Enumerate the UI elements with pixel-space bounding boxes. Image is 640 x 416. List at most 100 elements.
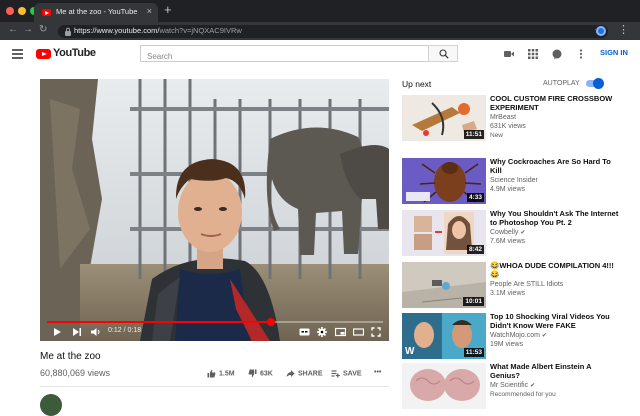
share-button[interactable]: SHARE: [286, 369, 323, 378]
more-dots-icon: •••: [374, 369, 382, 376]
video-duration: 8:42: [466, 245, 484, 254]
like-button[interactable]: 1.5M: [207, 369, 235, 378]
recommended-video[interactable]: W 11:53 Top 10 Shocking Viral Videos You…: [402, 312, 622, 359]
more-actions-button[interactable]: •••: [374, 369, 381, 376]
video-duration: 11:53: [463, 348, 484, 357]
channel-name-text: WatchMojo.com: [490, 332, 540, 339]
toggle-thumb: [593, 78, 604, 89]
window-minimize-button[interactable]: [18, 7, 26, 15]
recommended-title[interactable]: Why You Shouldn't Ask The Internet to Ph…: [490, 209, 622, 227]
dislike-button[interactable]: 63K: [248, 369, 273, 378]
search-button[interactable]: [428, 45, 458, 62]
svg-text:W: W: [405, 346, 415, 357]
verified-check-icon: ✔: [520, 230, 526, 236]
recommended-video[interactable]: What Made Albert Einstein A Genius? Mr S…: [402, 362, 622, 409]
url-path: watch?v=jNQXAC9IVRw: [159, 26, 242, 35]
browser-tab[interactable]: Me at the zoo - YouTube ×: [34, 3, 158, 22]
channel-name[interactable]: Cowbelly ✔: [490, 229, 525, 236]
tab-close-icon[interactable]: ×: [147, 6, 152, 16]
recommended-views: 7.6M views: [490, 238, 526, 245]
channel-name[interactable]: MrBeast: [490, 114, 516, 121]
browser-toolbar: ← → ↻ https://www.youtube.com/watch?v=jN…: [0, 22, 640, 40]
recommended-title[interactable]: Top 10 Shocking Viral Videos You Didn't …: [490, 312, 622, 330]
video-title: Me at the zoo: [40, 351, 101, 362]
address-bar[interactable]: https://www.youtube.com/watch?v=jNQXAC9I…: [58, 25, 608, 38]
miniplayer-icon[interactable]: [335, 327, 346, 337]
video-duration: 11:51: [463, 130, 484, 139]
channel-avatar[interactable]: [40, 394, 62, 416]
add-to-playlist-icon: [331, 370, 340, 378]
video-thumbnail[interactable]: W 11:53: [402, 313, 486, 359]
view-count: 60,880,069 views: [40, 368, 111, 378]
channel-name[interactable]: Science Insider: [490, 177, 538, 184]
fullscreen-icon[interactable]: [371, 327, 381, 337]
play-icon[interactable]: [52, 327, 62, 337]
video-duration: 4:33: [466, 193, 484, 202]
share-label: SHARE: [298, 370, 323, 378]
recommended-title[interactable]: Why Cockroaches Are So Hard To Kill: [490, 157, 622, 175]
recommended-video[interactable]: 4:33 Why Cockroaches Are So Hard To Kill…: [402, 157, 622, 204]
extension-icon[interactable]: [596, 26, 606, 36]
channel-name[interactable]: Mr Scientific ✔: [490, 382, 535, 389]
back-arrow-icon[interactable]: ←: [8, 24, 18, 35]
channel-name-text: Mr Scientific: [490, 382, 529, 389]
video-thumbnail[interactable]: 4:33: [402, 158, 486, 204]
url-host: https://www.youtube.com/: [74, 26, 160, 35]
browser-menu-icon[interactable]: ⋮: [618, 23, 629, 36]
lock-icon: [65, 27, 71, 36]
forward-arrow-icon[interactable]: →: [23, 24, 33, 35]
time-total: 0:18: [127, 327, 142, 334]
recommended-views: 3.1M views: [490, 290, 526, 297]
time-display: 0:12 / 0:18: [108, 327, 141, 334]
sign-in-button[interactable]: SIGN IN: [600, 48, 628, 57]
volume-icon[interactable]: [90, 327, 101, 337]
search-input[interactable]: [141, 49, 428, 64]
recommended-title[interactable]: 😂WHOA DUDE COMPILATION 4!!!😂: [490, 261, 622, 279]
time-separator: /: [123, 327, 126, 334]
time-current: 0:12: [108, 327, 122, 334]
tab-title: Me at the zoo - YouTube: [56, 7, 138, 16]
video-player[interactable]: 0:12 / 0:18: [40, 79, 389, 341]
recommended-video[interactable]: 10:01 😂WHOA DUDE COMPILATION 4!!!😂 Peopl…: [402, 261, 622, 308]
dislike-count: 63K: [260, 370, 273, 378]
next-icon[interactable]: [72, 327, 82, 337]
youtube-favicon-icon: [42, 9, 51, 16]
up-next-heading: Up next: [402, 79, 432, 89]
recommended-title[interactable]: COOL CUSTOM FIRE CROSSBOW EXPERIMENT: [490, 94, 622, 112]
youtube-logo-icon: [36, 49, 51, 59]
recommended-views: 19M views: [490, 341, 524, 348]
apps-grid-icon[interactable]: [527, 48, 539, 60]
share-arrow-icon: [286, 370, 295, 377]
video-thumbnail[interactable]: 11:51: [402, 95, 486, 141]
video-thumbnail[interactable]: 10:01: [402, 262, 486, 308]
window-close-button[interactable]: [6, 7, 14, 15]
video-thumbnail[interactable]: [402, 363, 486, 409]
video-thumbnail[interactable]: 8:42: [402, 210, 486, 256]
channel-name[interactable]: People Are STILL Idiots: [490, 281, 563, 288]
search-box: [140, 45, 428, 64]
create-video-icon[interactable]: [503, 48, 515, 60]
progress-bar[interactable]: [47, 318, 383, 326]
messages-icon[interactable]: [551, 48, 563, 60]
settings-dots-icon[interactable]: [575, 48, 587, 60]
divider: [40, 386, 389, 387]
menu-icon[interactable]: [12, 49, 23, 59]
recommended-title[interactable]: What Made Albert Einstein A Genius?: [490, 362, 622, 380]
new-tab-button[interactable]: +: [164, 2, 172, 17]
verified-check-icon: ✔: [530, 383, 536, 389]
progress-played: [47, 321, 272, 323]
reload-icon[interactable]: ↻: [39, 24, 47, 35]
settings-icon[interactable]: [317, 327, 327, 337]
theater-icon[interactable]: [353, 327, 364, 337]
recommended-badge: Recommended for you: [490, 391, 556, 398]
save-label: SAVE: [343, 370, 362, 378]
verified-check-icon: ✔: [541, 333, 547, 339]
save-button[interactable]: SAVE: [331, 369, 362, 378]
channel-name[interactable]: WatchMojo.com ✔: [490, 332, 547, 339]
recommended-video[interactable]: 11:51 COOL CUSTOM FIRE CROSSBOW EXPERIME…: [402, 94, 622, 141]
autoplay-toggle[interactable]: [586, 78, 604, 89]
recommended-views: 4.9M views: [490, 186, 526, 193]
recommended-video[interactable]: 8:42 Why You Shouldn't Ask The Internet …: [402, 209, 622, 256]
thumbs-up-icon: [207, 369, 216, 378]
captions-icon[interactable]: [299, 327, 310, 337]
